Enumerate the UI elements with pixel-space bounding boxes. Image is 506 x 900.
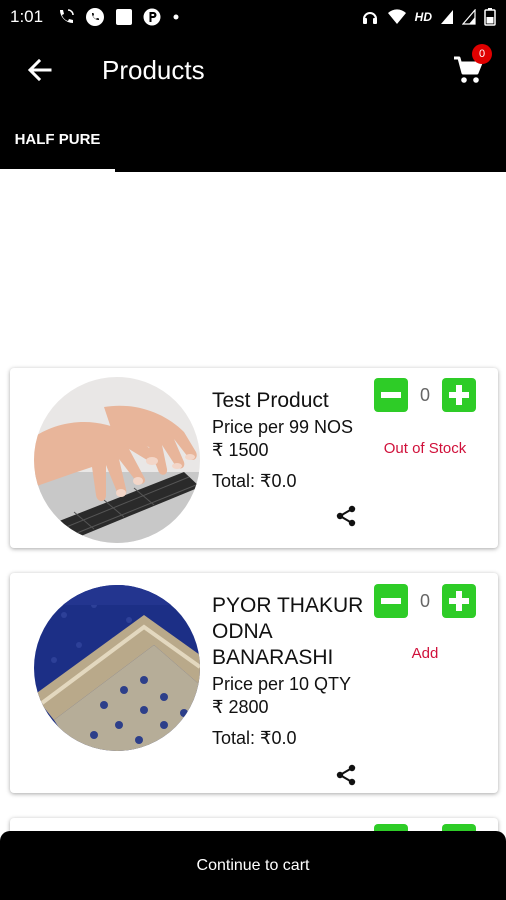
image-notification-icon	[115, 8, 133, 26]
product-card[interactable]: PYOR THAKUR ODNA BANARASHI Price per 10 …	[10, 573, 498, 793]
quantity-stepper: 0	[374, 584, 476, 618]
category-tab-bar: HALF PURE	[0, 106, 506, 172]
product-name: Test Product	[212, 389, 329, 412]
cart-button[interactable]: 0	[448, 44, 492, 90]
active-tab-indicator	[0, 169, 115, 172]
share-icon	[336, 505, 356, 527]
quantity-value: 0	[419, 590, 430, 611]
cart-count-badge: 0	[472, 44, 492, 64]
plus-icon	[449, 385, 469, 405]
tab-half-pure[interactable]: HALF PURE	[0, 106, 115, 172]
headset-icon	[361, 8, 379, 26]
wifi-call-icon	[57, 8, 75, 26]
dot-icon	[171, 12, 181, 22]
status-time: 1:01	[10, 7, 44, 26]
product-image	[34, 585, 200, 751]
minus-icon	[381, 392, 401, 398]
product-image	[34, 377, 200, 543]
increase-quantity-button[interactable]	[442, 378, 476, 412]
wifi-icon	[387, 8, 407, 26]
status-bar: 1:01 HD	[0, 0, 506, 34]
arrow-left-icon	[27, 58, 52, 82]
signal-icon-secondary	[462, 9, 476, 25]
product-card[interactable]: Test Product Price per 99 NOS ₹ 1500 Tot…	[10, 368, 498, 548]
battery-icon	[484, 8, 496, 26]
product-name: PYOR THAKUR ODNA BANARASHI	[212, 594, 364, 669]
quantity-stepper: 0	[374, 378, 476, 412]
product-price-unit: Price per 10 QTY	[212, 674, 352, 694]
continue-to-cart-button[interactable]: Continue to cart	[0, 831, 506, 900]
plus-icon	[449, 591, 469, 611]
product-info: Test Product Price per 99 NOS ₹ 1500 Tot…	[212, 388, 372, 493]
quantity-value: 0	[419, 384, 430, 405]
decrease-quantity-button[interactable]	[374, 584, 408, 618]
total-value: ₹0.0	[260, 471, 297, 491]
system-icons: HD	[361, 8, 496, 26]
share-icon	[336, 764, 356, 786]
product-price-unit: Price per 99 NOS	[212, 417, 354, 437]
paytm-icon	[143, 8, 161, 26]
whatsapp-icon	[85, 7, 105, 27]
page-title: Products	[102, 54, 205, 85]
total-label: Total:	[212, 728, 256, 748]
signal-icon	[440, 9, 454, 25]
continue-label: Continue to cart	[196, 856, 310, 874]
product-price: ₹ 2800	[212, 697, 269, 717]
products-screen: 1:01 HD Products 0 HALF PURE Test Produc…	[0, 0, 506, 900]
app-toolbar: Products 0	[0, 34, 506, 106]
product-total: Total: ₹0.0	[212, 470, 372, 493]
share-button[interactable]	[332, 502, 360, 530]
increase-quantity-button[interactable]	[442, 584, 476, 618]
notification-icons	[57, 7, 181, 27]
back-button[interactable]	[10, 40, 70, 100]
minus-icon	[381, 598, 401, 604]
stock-status-label: Out of Stock	[383, 440, 467, 457]
total-label: Total:	[212, 471, 256, 491]
add-to-cart-link[interactable]: Add	[370, 645, 480, 662]
decrease-quantity-button[interactable]	[374, 378, 408, 412]
network-type-label: HD	[414, 10, 432, 24]
product-info: PYOR THAKUR ODNA BANARASHI Price per 10 …	[212, 593, 372, 750]
share-button[interactable]	[332, 761, 360, 789]
total-value: ₹0.0	[260, 728, 297, 748]
tab-label: HALF PURE	[14, 130, 101, 148]
product-price: ₹ 1500	[212, 440, 269, 460]
product-total: Total: ₹0.0	[212, 727, 372, 750]
